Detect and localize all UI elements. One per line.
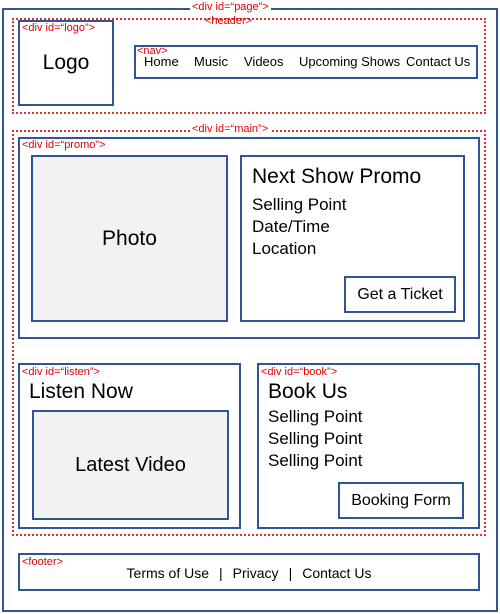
latest-video[interactable]: Latest Video <box>32 410 229 520</box>
promo-title: Next Show Promo <box>252 165 422 188</box>
get-ticket-button[interactable]: Get a Ticket <box>344 276 456 313</box>
listen-title: Listen Now <box>29 380 133 403</box>
nav-bar: <nav> Home Music Videos Upcoming Shows C… <box>134 45 478 79</box>
promo-photo-text: Photo <box>102 226 157 250</box>
get-ticket-label: Get a Ticket <box>357 285 443 303</box>
footer-separator: | <box>219 565 223 581</box>
footer: <footer> Terms of Use | Privacy | Contact Us <box>18 553 480 591</box>
listen-section: <div id=“listen”> Listen Now Latest Vide… <box>18 363 241 529</box>
promo-date-time: Date/Time <box>252 217 330 236</box>
promo-info: Next Show Promo Selling Point Date/Time … <box>240 155 465 322</box>
header-label: <header> <box>205 15 253 27</box>
nav-music[interactable]: Music <box>194 54 228 69</box>
book-selling-point-3: Selling Point <box>268 451 363 470</box>
logo-text: Logo <box>42 51 90 74</box>
booking-form-button[interactable]: Booking Form <box>338 482 464 519</box>
book-label: <div id=“book”> <box>261 366 338 378</box>
main-label: <div id=“main”> <box>190 123 271 135</box>
book-section: <div id=“book”> Book Us Selling Point Se… <box>257 363 480 529</box>
book-title: Book Us <box>268 380 348 403</box>
nav-home[interactable]: Home <box>144 54 179 69</box>
promo-label: <div id=“promo”> <box>22 139 106 151</box>
book-selling-point-2: Selling Point <box>268 429 363 448</box>
footer-separator: | <box>288 565 293 581</box>
footer-contact-link[interactable]: Contact Us <box>302 565 371 581</box>
nav-contact-us[interactable]: Contact Us <box>406 54 470 69</box>
nav-videos[interactable]: Videos <box>244 54 284 69</box>
book-selling-point-1: Selling Point <box>268 407 363 426</box>
promo-photo: Photo <box>31 155 228 322</box>
booking-form-label: Booking Form <box>351 491 451 509</box>
footer-privacy-link[interactable]: Privacy <box>233 565 279 581</box>
listen-label: <div id=“listen”> <box>22 366 100 378</box>
promo-selling-point: Selling Point <box>252 195 347 214</box>
latest-video-text: Latest Video <box>75 453 186 476</box>
promo-location: Location <box>252 239 317 258</box>
footer-terms-link[interactable]: Terms of Use <box>127 565 209 581</box>
nav-upcoming-shows[interactable]: Upcoming Shows <box>299 54 400 69</box>
logo-div-label: <div id=“logo”> <box>22 22 96 34</box>
page-label: <div id=“page”> <box>190 1 271 13</box>
footer-links: Terms of Use | Privacy | Contact Us <box>20 565 478 581</box>
